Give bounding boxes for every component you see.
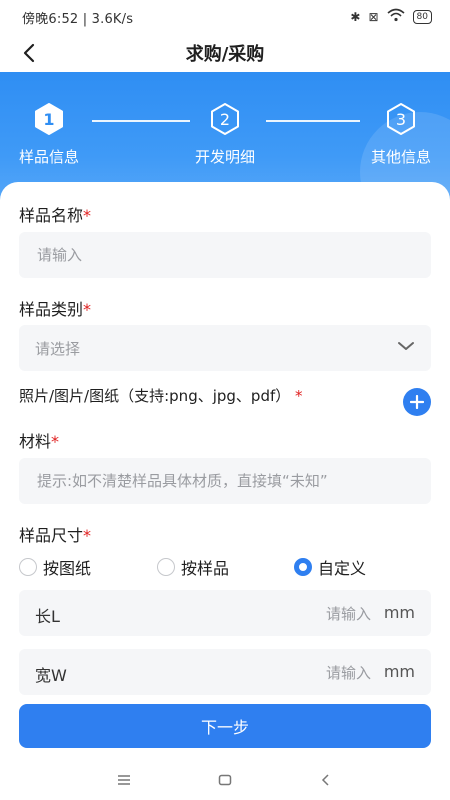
system-nav-bar: [0, 760, 450, 800]
step-1[interactable]: 1 样品信息: [4, 102, 94, 167]
width-label: 宽W: [35, 666, 67, 685]
status-time-network: 傍晚6:52 | 3.6K/s: [22, 12, 134, 27]
signal-off-icon: ⊠: [368, 9, 379, 24]
radio-circle: [157, 558, 175, 576]
sample-size-label: 样品尺寸*: [19, 526, 92, 545]
radio-label: 按样品: [181, 559, 230, 578]
step-3[interactable]: 3 其他信息: [356, 102, 446, 167]
step-connector: [266, 120, 360, 122]
chevron-down-icon: [398, 342, 414, 350]
home-icon[interactable]: [215, 770, 235, 790]
sample-size-options: 按图纸 按样品 自定义: [19, 555, 431, 579]
material-input[interactable]: [19, 458, 431, 504]
radio-circle: [19, 558, 37, 576]
radio-custom[interactable]: 自定义: [294, 555, 366, 579]
length-label: 长L: [35, 607, 60, 626]
sample-name-label: 样品名称*: [19, 206, 92, 225]
width-input[interactable]: 宽W 请输入 mm: [19, 649, 431, 695]
length-unit: mm: [383, 603, 415, 622]
step-label: 开发明细: [194, 148, 255, 166]
svg-text:1: 1: [43, 110, 54, 129]
select-placeholder: 请选择: [35, 339, 81, 358]
width-placeholder: 请输入: [325, 664, 371, 682]
hexagon-step-icon: 1: [35, 103, 63, 135]
status-icons: ✱ ⊠ 80: [350, 8, 432, 25]
material-label: 材料*: [19, 432, 60, 451]
radio-by-drawing[interactable]: 按图纸: [19, 555, 91, 579]
radio-by-sample[interactable]: 按样品: [157, 555, 229, 579]
hexagon-step-icon: 3: [387, 103, 415, 135]
back-nav-icon[interactable]: [316, 770, 336, 790]
photos-label: 照片/图片/图纸（支持:png、jpg、pdf） *: [19, 387, 303, 405]
top-nav-bar: 求购/采购: [0, 34, 450, 72]
next-step-button[interactable]: 下一步: [19, 704, 431, 748]
width-unit: mm: [383, 662, 415, 681]
material-field[interactable]: [35, 471, 415, 491]
battery-icon: 80: [412, 9, 432, 24]
svg-text:2: 2: [220, 110, 230, 129]
radio-label: 按图纸: [43, 559, 92, 578]
hexagon-step-icon: 2: [211, 103, 239, 135]
sample-name-field[interactable]: [35, 245, 415, 265]
step-label: 样品信息: [18, 148, 79, 166]
radio-circle-selected: [294, 558, 312, 576]
step-2[interactable]: 2 开发明细: [180, 102, 270, 167]
sample-category-select[interactable]: 请选择: [19, 325, 431, 371]
menu-icon[interactable]: [114, 770, 134, 790]
length-placeholder: 请输入: [325, 605, 371, 623]
add-photo-button[interactable]: [403, 388, 431, 416]
status-bar: 傍晚6:52 | 3.6K/s ✱ ⊠ 80: [0, 0, 450, 34]
sample-category-label: 样品类别*: [19, 300, 92, 319]
sample-name-input[interactable]: [19, 232, 431, 278]
radio-label: 自定义: [318, 559, 367, 578]
plus-icon: [410, 395, 424, 409]
wifi-icon: [387, 8, 405, 25]
bluetooth-icon: ✱: [350, 9, 361, 24]
length-input[interactable]: 长L 请输入 mm: [19, 590, 431, 636]
step-connector: [92, 120, 190, 122]
page-title: 求购/采购: [185, 44, 265, 65]
step-label: 其他信息: [370, 148, 431, 166]
svg-text:3: 3: [396, 110, 406, 129]
